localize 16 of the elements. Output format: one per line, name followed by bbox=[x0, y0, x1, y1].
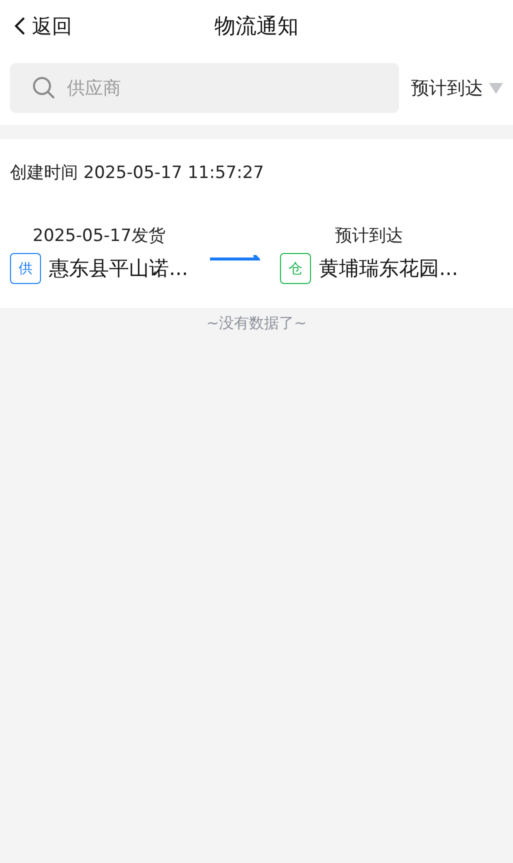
back-chevron-icon bbox=[14, 16, 26, 36]
endpoint-tag: 供 bbox=[10, 253, 41, 284]
page-title: 物流通知 bbox=[214, 13, 298, 40]
endpoint-tag: 仓 bbox=[280, 253, 312, 284]
created-time: 创建时间 2025-05-17 11:57:27 bbox=[10, 162, 265, 184]
back-button[interactable]: 返回 bbox=[0, 12, 72, 40]
endpoint-caption: 2025-05-17发货 bbox=[32, 225, 166, 247]
endpoint-name: 惠东县平山诺... bbox=[49, 255, 188, 282]
endpoint-caption: 预计到达 bbox=[335, 225, 404, 247]
search-icon bbox=[32, 76, 56, 100]
end-of-list-text: ~没有数据了~ bbox=[206, 314, 307, 333]
dropdown-triangle-icon bbox=[489, 82, 503, 94]
endpoint-name: 黄埔瑞东花园... bbox=[319, 255, 458, 282]
notice-card[interactable]: 创建时间 2025-05-17 11:57:27 2025-05-17发货 供 惠东县平山诺... 预计到达 仓 黄埔瑞东花园... bbox=[0, 139, 513, 308]
search-field[interactable]: 供应商 bbox=[10, 63, 399, 113]
filter-dropdown[interactable]: 预计到达 bbox=[411, 76, 503, 100]
